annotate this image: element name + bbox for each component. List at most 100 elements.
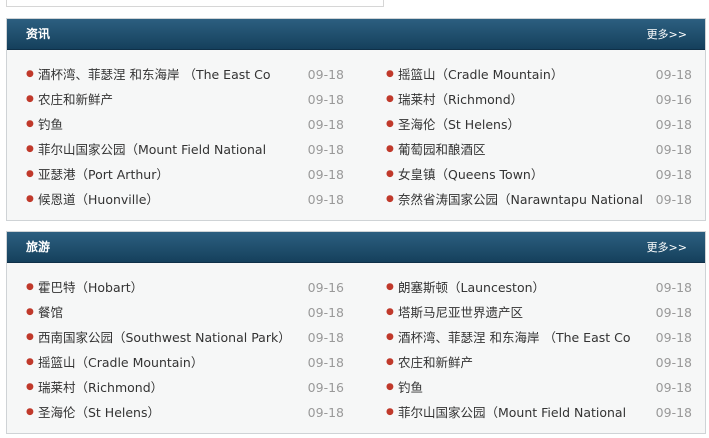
list-item[interactable]: ● 圣海伦（St Helens） 09-18 <box>24 400 344 425</box>
travel-panel: 旅游 更多>> ● 霍巴特（Hobart） 09-16 ● 餐馆 09-18 ● 西南国家… <box>6 231 706 434</box>
list-item[interactable]: ● 圣海伦（St Helens） 09-18 <box>384 112 692 137</box>
list-item[interactable]: ● 女皇镇（Queens Town） 09-18 <box>384 162 692 187</box>
item-title[interactable]: 酒杯湾、菲瑟涅 和东海岸 （The East Co <box>398 325 644 350</box>
item-title[interactable]: 钓鱼 <box>398 375 644 400</box>
item-date: 09-18 <box>655 117 692 132</box>
item-title[interactable]: 女皇镇（Queens Town） <box>398 162 644 187</box>
item-date: 09-18 <box>655 405 692 420</box>
bullet-icon: ● <box>26 357 34 367</box>
item-title[interactable]: 塔斯马尼亚世界遗产区 <box>398 300 644 325</box>
item-title[interactable]: 农庄和新鲜产 <box>398 350 644 375</box>
item-date: 09-18 <box>655 192 692 207</box>
panel-header: 资讯 更多>> <box>7 19 705 50</box>
bullet-icon: ● <box>26 69 34 79</box>
bullet-icon: ● <box>26 307 34 317</box>
list-item[interactable]: ● 餐馆 09-18 <box>24 300 344 325</box>
list-item[interactable]: ● 酒杯湾、菲瑟涅 和东海岸 （The East Co 09-18 <box>384 325 692 350</box>
list-item[interactable]: ● 钓鱼 09-18 <box>384 375 692 400</box>
list-item[interactable]: ● 摇篮山（Cradle Mountain） 09-18 <box>24 350 344 375</box>
more-link[interactable]: 更多>> <box>647 19 687 50</box>
item-date: 09-18 <box>307 305 344 320</box>
list-item[interactable]: ● 霍巴特（Hobart） 09-16 <box>24 275 344 300</box>
item-date: 09-18 <box>655 355 692 370</box>
list-item[interactable]: ● 亚瑟港（Port Arthur） 09-18 <box>24 162 344 187</box>
item-date: 09-18 <box>307 117 344 132</box>
list-item[interactable]: ● 瑞莱村（Richmond） 09-16 <box>384 87 692 112</box>
bullet-icon: ● <box>26 382 34 392</box>
item-title[interactable]: 农庄和新鲜产 <box>38 87 290 112</box>
list-item[interactable]: ● 朗塞斯顿（Launceston） 09-18 <box>384 275 692 300</box>
bullet-icon: ● <box>386 169 394 179</box>
item-date: 09-18 <box>655 305 692 320</box>
bullet-icon: ● <box>26 169 34 179</box>
bullet-icon: ● <box>386 194 394 204</box>
panel-title: 旅游 <box>26 240 51 254</box>
item-date: 09-16 <box>307 280 344 295</box>
list-item[interactable]: ● 奈然省涛国家公园（Narawntapu National 09-18 <box>384 187 692 212</box>
item-date: 09-16 <box>307 380 344 395</box>
item-title[interactable]: 候恩道（Huonville） <box>38 187 290 212</box>
item-title[interactable]: 奈然省涛国家公园（Narawntapu National <box>398 187 644 212</box>
top-panel-edge <box>6 0 384 7</box>
item-title[interactable]: 圣海伦（St Helens） <box>398 112 644 137</box>
item-title[interactable]: 钓鱼 <box>38 112 290 137</box>
item-date: 09-18 <box>307 167 344 182</box>
item-title[interactable]: 霍巴特（Hobart） <box>38 275 290 300</box>
bullet-icon: ● <box>26 119 34 129</box>
item-title[interactable]: 菲尔山国家公园（Mount Field National <box>398 400 644 425</box>
list-item[interactable]: ● 摇篮山（Cradle Mountain） 09-18 <box>384 62 692 87</box>
bullet-icon: ● <box>26 94 34 104</box>
item-title[interactable]: 亚瑟港（Port Arthur） <box>38 162 290 187</box>
list-item[interactable]: ● 酒杯湾、菲瑟涅 和东海岸 （The East Co 09-18 <box>24 62 344 87</box>
bullet-icon: ● <box>386 407 394 417</box>
list-item[interactable]: ● 瑞莱村（Richmond） 09-16 <box>24 375 344 400</box>
list-item[interactable]: ● 塔斯马尼亚世界遗产区 09-18 <box>384 300 692 325</box>
item-date: 09-16 <box>655 92 692 107</box>
list-item[interactable]: ● 钓鱼 09-18 <box>24 112 344 137</box>
item-title[interactable]: 餐馆 <box>38 300 290 325</box>
bullet-icon: ● <box>26 332 34 342</box>
bullet-icon: ● <box>386 94 394 104</box>
bullet-icon: ● <box>386 382 394 392</box>
travel-list-left: ● 霍巴特（Hobart） 09-16 ● 餐馆 09-18 ● 西南国家公园（South… <box>24 275 344 425</box>
item-title[interactable]: 摇篮山（Cradle Mountain） <box>398 62 644 87</box>
item-date: 09-18 <box>307 355 344 370</box>
item-title[interactable]: 菲尔山国家公园（Mount Field National <box>38 137 290 162</box>
news-list-left: ● 酒杯湾、菲瑟涅 和东海岸 （The East Co 09-18 ● 农庄和新鲜产 0… <box>24 62 344 212</box>
list-item[interactable]: ● 候恩道（Huonville） 09-18 <box>24 187 344 212</box>
item-date: 09-18 <box>307 92 344 107</box>
item-title[interactable]: 酒杯湾、菲瑟涅 和东海岸 （The East Co <box>38 62 290 87</box>
bullet-icon: ● <box>386 119 394 129</box>
bullet-icon: ● <box>26 194 34 204</box>
item-title[interactable]: 葡萄园和酿酒区 <box>398 137 644 162</box>
item-title[interactable]: 朗塞斯顿（Launceston） <box>398 275 644 300</box>
travel-list-right: ● 朗塞斯顿（Launceston） 09-18 ● 塔斯马尼亚世界遗产区 09-18 … <box>384 275 692 425</box>
list-item[interactable]: ● 农庄和新鲜产 09-18 <box>384 350 692 375</box>
item-title[interactable]: 西南国家公园（Southwest National Park） <box>38 325 290 350</box>
item-title[interactable]: 摇篮山（Cradle Mountain） <box>38 350 290 375</box>
item-date: 09-18 <box>307 142 344 157</box>
item-title[interactable]: 圣海伦（St Helens） <box>38 400 290 425</box>
bullet-icon: ● <box>26 144 34 154</box>
more-link[interactable]: 更多>> <box>647 232 687 263</box>
news-list-right: ● 摇篮山（Cradle Mountain） 09-18 ● 瑞莱村（Richmond… <box>384 62 692 212</box>
item-date: 09-18 <box>655 142 692 157</box>
item-date: 09-18 <box>655 330 692 345</box>
bullet-icon: ● <box>386 332 394 342</box>
list-item[interactable]: ● 菲尔山国家公园（Mount Field National 09-18 <box>384 400 692 425</box>
item-title[interactable]: 瑞莱村（Richmond） <box>38 375 290 400</box>
news-panel: 资讯 更多>> ● 酒杯湾、菲瑟涅 和东海岸 （The East Co 09-18 … <box>6 18 706 221</box>
list-item[interactable]: ● 农庄和新鲜产 09-18 <box>24 87 344 112</box>
bullet-icon: ● <box>26 407 34 417</box>
list-item[interactable]: ● 葡萄园和酿酒区 09-18 <box>384 137 692 162</box>
list-item[interactable]: ● 菲尔山国家公园（Mount Field National 09-18 <box>24 137 344 162</box>
item-date: 09-18 <box>655 67 692 82</box>
bullet-icon: ● <box>386 69 394 79</box>
bullet-icon: ● <box>386 282 394 292</box>
list-item[interactable]: ● 西南国家公园（Southwest National Park） 09-18 <box>24 325 344 350</box>
item-date: 09-18 <box>307 192 344 207</box>
item-date: 09-18 <box>655 380 692 395</box>
bullet-icon: ● <box>386 307 394 317</box>
item-title[interactable]: 瑞莱村（Richmond） <box>398 87 644 112</box>
panel-header: 旅游 更多>> <box>7 232 705 263</box>
